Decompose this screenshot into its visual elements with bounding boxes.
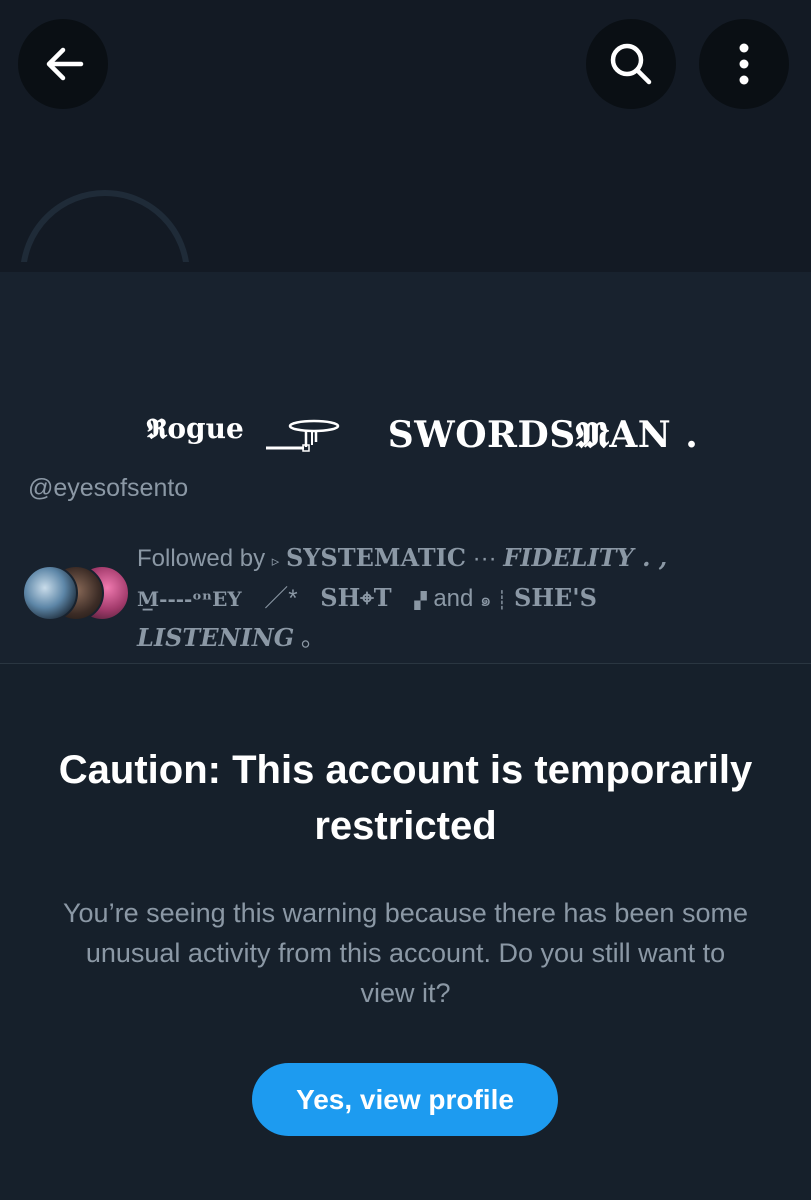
follower-name: ๑ ┊ — [480, 590, 508, 610]
username-handle: @eyesofsento — [28, 474, 189, 502]
follower-avatar — [22, 565, 78, 621]
follower-name: M̲----ᵒⁿEY — [137, 587, 242, 611]
follower-name: ▹ — [271, 553, 280, 570]
follower-name: SH⌖T — [320, 583, 392, 612]
follower-name: 。 — [300, 625, 325, 652]
display-name-part: . — [685, 414, 698, 456]
followers-avatars[interactable] — [22, 565, 130, 621]
follower-name: LISTENING — [137, 623, 295, 652]
display-name: 𝕽ogue SWORDS𝕸AN . — [146, 405, 698, 465]
display-name-part: SWORDS𝕸AN — [387, 413, 672, 456]
warning-message: You’re seeing this warning because there… — [63, 898, 748, 1008]
view-profile-button[interactable]: Yes, view profile — [252, 1063, 558, 1136]
back-button[interactable] — [18, 19, 108, 109]
follower-name: ··· — [472, 545, 497, 572]
more-options-button[interactable] — [699, 19, 789, 109]
search-icon — [610, 43, 652, 85]
follower-name: SHE'S — [513, 583, 597, 612]
display-name-part: 𝕽ogue — [146, 412, 244, 445]
search-button[interactable] — [586, 19, 676, 109]
followed-by-and: and — [433, 585, 474, 612]
more-vertical-icon — [739, 43, 749, 85]
sword-symbol-icon — [265, 419, 340, 452]
followed-by-prefix: Followed by — [137, 545, 266, 572]
follower-name: ／* — [264, 585, 298, 612]
followed-by-text[interactable]: Followed by ▹ SYSTEMATIC ··· FIDELITY . … — [137, 540, 697, 657]
arrow-left-icon — [46, 47, 84, 81]
follower-name: SYSTEMATIC — [285, 543, 466, 572]
warning-title: Caution: This account is temporarily res… — [58, 748, 753, 848]
follower-name: ▞ — [414, 593, 427, 610]
follower-name: FIDELITY . , — [503, 543, 668, 572]
